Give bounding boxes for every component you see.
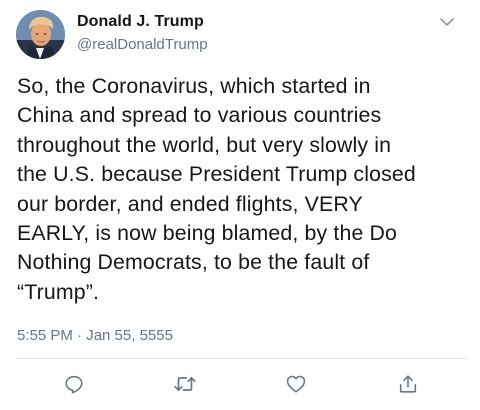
tweet-text: So, the Coronavirus, which started in Ch… xyxy=(17,74,416,304)
tweet-timestamp[interactable]: 5:55 PM · Jan 55, 5555 xyxy=(17,327,173,344)
profile-photo-icon xyxy=(16,10,65,59)
divider xyxy=(16,358,467,359)
author-handle[interactable]: @realDonaldTrump xyxy=(77,36,208,53)
like-button[interactable] xyxy=(283,371,309,397)
retweet-icon xyxy=(174,376,196,392)
reply-icon xyxy=(65,375,83,394)
share-icon xyxy=(399,375,417,393)
reply-button[interactable] xyxy=(61,371,87,397)
tweet-card: Donald J. Trump @realDonaldTrump So, the… xyxy=(0,0,480,410)
share-button[interactable] xyxy=(395,371,421,397)
chevron-down-icon[interactable] xyxy=(437,15,457,29)
retweet-button[interactable] xyxy=(172,371,198,397)
author-name[interactable]: Donald J. Trump xyxy=(77,13,204,31)
avatar[interactable] xyxy=(16,10,65,59)
heart-icon xyxy=(286,375,306,393)
